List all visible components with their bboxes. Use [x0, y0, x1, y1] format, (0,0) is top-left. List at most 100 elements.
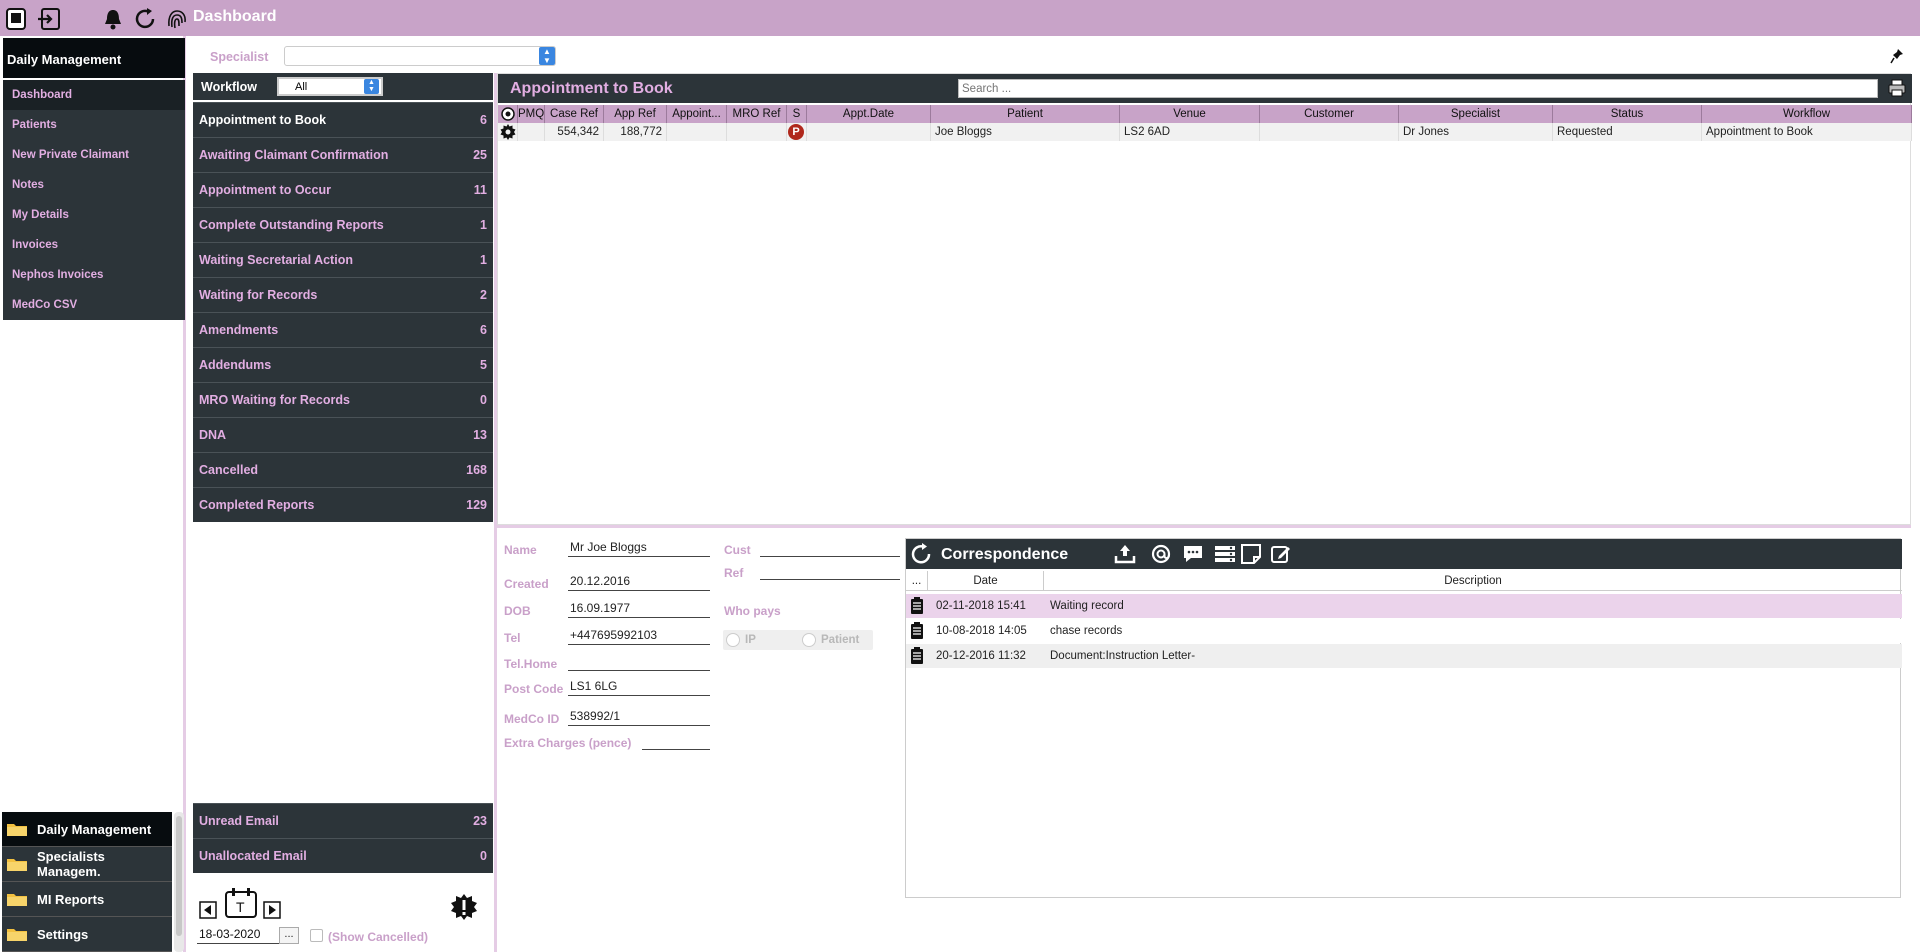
sidebar-item-invoices[interactable]: Invoices [3, 230, 185, 260]
document-icon[interactable] [910, 647, 924, 665]
medco-id-field[interactable]: 538992/1 [568, 709, 710, 726]
pin-icon[interactable] [1890, 48, 1904, 64]
column-header-customer[interactable]: Customer [1260, 105, 1399, 123]
chat-icon[interactable] [1182, 544, 1204, 564]
device-icon[interactable] [4, 6, 30, 32]
list-item[interactable]: 10-08-2018 14:05 chase records [906, 619, 1902, 643]
column-header-description[interactable]: Description [1044, 571, 1902, 590]
gear-icon[interactable] [500, 124, 516, 140]
workflow-item-complete-outstanding-reports[interactable]: Complete Outstanding Reports 1 [193, 207, 493, 242]
sidebar-item-new-private-claimant[interactable]: New Private Claimant [3, 140, 185, 170]
print-icon[interactable] [1888, 79, 1906, 97]
tel-home-field[interactable] [568, 654, 710, 671]
table-row[interactable]: 554,342 188,772 P Joe Bloggs LS2 6AD Dr … [498, 123, 1912, 141]
column-header-venue[interactable]: Venue [1120, 105, 1260, 123]
column-header-date[interactable]: Date [928, 571, 1044, 590]
workflow-item-amendments[interactable]: Amendments 6 [193, 312, 493, 347]
column-header-options[interactable]: ... [906, 571, 928, 590]
ip-label: IP [745, 634, 756, 646]
cust-field[interactable] [760, 540, 900, 557]
email-at-icon[interactable] [1150, 544, 1172, 564]
upload-icon[interactable] [1114, 544, 1136, 564]
list-icon[interactable] [1214, 544, 1236, 564]
bell-icon[interactable] [100, 6, 126, 32]
column-header-status[interactable]: Status [1553, 105, 1702, 123]
document-icon[interactable] [910, 622, 924, 640]
sidebar-item-medco-csv[interactable]: MedCo CSV [3, 290, 185, 320]
ip-radio[interactable] [726, 633, 740, 647]
column-header-s[interactable]: S [787, 105, 807, 123]
folder-icon [7, 894, 27, 906]
specialist-select[interactable]: ▲ ▼ [284, 46, 556, 66]
workflow-select-value: All [295, 81, 308, 93]
workflow-item-cancelled[interactable]: Cancelled 168 [193, 452, 493, 487]
document-icon[interactable] [910, 597, 924, 615]
workflow-item-count: 25 [473, 148, 487, 162]
nav-mi-reports[interactable]: MI Reports [2, 882, 172, 917]
today-button[interactable]: T [236, 899, 245, 915]
nav-specialists-management[interactable]: Specialists Managem. [2, 847, 172, 882]
edit-icon[interactable] [1270, 544, 1292, 564]
cell-venue: LS2 6AD [1120, 123, 1260, 141]
refresh-icon[interactable] [132, 6, 158, 32]
workflow-select[interactable]: All ▲ ▼ [277, 77, 383, 96]
workflow-item-appointment-to-occur[interactable]: Appointment to Occur 11 [193, 172, 493, 207]
column-header-workflow[interactable]: Workflow [1702, 105, 1912, 123]
nav-label: MI Reports [37, 891, 105, 907]
column-header-pmq[interactable]: PMQ [518, 105, 545, 123]
show-cancelled-label: (Show Cancelled) [328, 930, 429, 944]
appointments-search-input[interactable] [958, 79, 1878, 98]
fingerprint-icon[interactable] [164, 6, 190, 32]
alert-gear-icon[interactable] [450, 893, 478, 921]
name-field[interactable]: Mr Joe Bloggs [568, 540, 710, 557]
workflow-item-waiting-for-records[interactable]: Waiting for Records 2 [193, 277, 493, 312]
sidebar-item-dashboard[interactable]: Dashboard [3, 80, 185, 110]
row-gear-cell[interactable] [498, 123, 518, 141]
sidebar-item-notes[interactable]: Notes [3, 170, 185, 200]
tel-field[interactable]: +447695992103 [568, 628, 710, 645]
workflow-item-count: 0 [480, 393, 487, 407]
extra-charges-field[interactable] [642, 733, 710, 750]
workflow-item-waiting-secretarial-action[interactable]: Waiting Secretarial Action 1 [193, 242, 493, 277]
updown-arrow-icon: ▲ ▼ [364, 79, 379, 94]
workflow-item-completed-reports[interactable]: Completed Reports 129 [193, 487, 493, 522]
workflow-item-unallocated-email[interactable]: Unallocated Email 0 [193, 838, 493, 873]
nav-settings[interactable]: Settings [2, 917, 172, 952]
column-options[interactable] [498, 105, 518, 123]
workflow-item-unread-email[interactable]: Unread Email 23 [193, 803, 493, 838]
logout-icon[interactable] [36, 6, 62, 32]
workflow-item-label: Waiting for Records [199, 288, 318, 302]
bottom-nav-scrollbar[interactable] [174, 812, 184, 952]
show-cancelled-checkbox[interactable] [310, 929, 323, 942]
created-field[interactable]: 20.12.2016 [568, 574, 710, 591]
sidebar-item-nephos-invoices[interactable]: Nephos Invoices [3, 260, 185, 290]
workflow-item-addendums[interactable]: Addendums 5 [193, 347, 493, 382]
nav-daily-management[interactable]: Daily Management [2, 812, 172, 847]
workflow-item-appointment-to-book[interactable]: Appointment to Book 6 [193, 102, 493, 137]
ref-field[interactable] [760, 563, 900, 580]
email-list: Unread Email 23 Unallocated Email 0 [193, 803, 493, 873]
column-header-appt-date[interactable]: Appt.Date [807, 105, 931, 123]
prev-day-icon[interactable] [199, 901, 217, 919]
column-header-patient[interactable]: Patient [931, 105, 1120, 123]
workflow-item-dna[interactable]: DNA 13 [193, 417, 493, 452]
column-header-case-ref[interactable]: Case Ref [545, 105, 604, 123]
patient-radio[interactable] [802, 633, 816, 647]
list-item[interactable]: 02-11-2018 15:41 Waiting record [906, 594, 1902, 618]
dob-field[interactable]: 16.09.1977 [568, 601, 710, 618]
column-header-mro-ref[interactable]: MRO Ref [727, 105, 787, 123]
post-code-field[interactable]: LS1 6LG [568, 679, 710, 696]
note-icon[interactable] [1240, 544, 1262, 564]
workflow-item-mro-waiting-for-records[interactable]: MRO Waiting for Records 0 [193, 382, 493, 417]
sidebar-item-my-details[interactable]: My Details [3, 200, 185, 230]
date-field[interactable]: 18-03-2020 [197, 927, 291, 944]
sidebar-item-patients[interactable]: Patients [3, 110, 185, 140]
refresh-icon[interactable] [909, 543, 933, 565]
next-day-icon[interactable] [263, 901, 281, 919]
column-header-app-ref[interactable]: App Ref [604, 105, 667, 123]
column-header-appoint[interactable]: Appoint... [667, 105, 727, 123]
date-picker-button[interactable]: ... [279, 927, 299, 944]
column-header-specialist[interactable]: Specialist [1399, 105, 1553, 123]
list-item[interactable]: 20-12-2016 11:32 Document:Instruction Le… [906, 644, 1902, 668]
workflow-item-awaiting-claimant-confirmation[interactable]: Awaiting Claimant Confirmation 25 [193, 137, 493, 172]
